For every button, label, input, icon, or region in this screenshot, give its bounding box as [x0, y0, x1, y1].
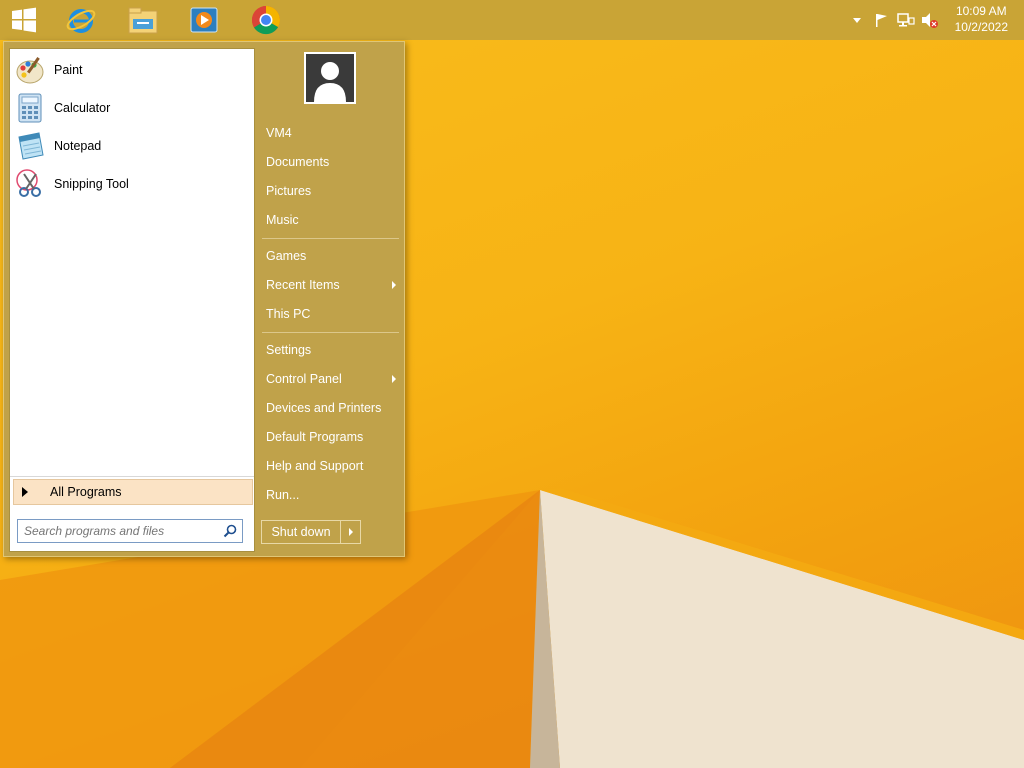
start-menu: Paint Calculator Notepad Snipping Tool A… — [3, 41, 405, 557]
program-label: Snipping Tool — [54, 177, 129, 191]
user-avatar[interactable] — [304, 52, 356, 104]
shutdown-button[interactable]: Shut down — [262, 521, 341, 543]
right-item-label: Pictures — [266, 184, 312, 198]
windows-logo-icon — [12, 7, 36, 33]
taskbar: 10:09 AM 10/2/2022 — [0, 0, 1024, 40]
program-item-calculator[interactable]: Calculator — [14, 90, 250, 126]
start-menu-programs-pane: Paint Calculator Notepad Snipping Tool A… — [9, 48, 255, 552]
search-box[interactable] — [17, 519, 243, 543]
start-button[interactable] — [6, 4, 42, 36]
right-item-label: Control Panel — [266, 372, 342, 386]
right-item-games[interactable]: Games — [266, 245, 396, 267]
file-explorer-icon — [128, 7, 158, 34]
chrome-button[interactable] — [248, 4, 284, 36]
taskbar-clock[interactable]: 10:09 AM 10/2/2022 — [955, 3, 1008, 35]
right-item-music[interactable]: Music — [266, 209, 396, 231]
calculator-icon — [14, 92, 46, 124]
right-item-label: VM4 — [266, 126, 292, 140]
right-item-settings[interactable]: Settings — [266, 339, 396, 361]
right-item-label: Run... — [266, 488, 300, 502]
right-item-devices-printers[interactable]: Devices and Printers — [266, 397, 396, 419]
chevron-right-icon — [348, 528, 353, 536]
right-item-label: Games — [266, 249, 307, 263]
right-item-run[interactable]: Run... — [266, 484, 396, 506]
right-item-recent-items[interactable]: Recent Items — [266, 274, 396, 296]
right-item-this-pc[interactable]: This PC — [266, 303, 396, 325]
right-item-help-support[interactable]: Help and Support — [266, 455, 396, 477]
paint-icon — [14, 54, 46, 86]
program-item-snipping-tool[interactable]: Snipping Tool — [14, 166, 250, 202]
search-input[interactable] — [22, 523, 222, 539]
right-item-label: Documents — [266, 155, 330, 169]
network-icon[interactable] — [897, 12, 915, 28]
chrome-icon — [251, 6, 280, 35]
submenu-arrow-icon — [392, 281, 396, 289]
right-item-label: This PC — [266, 307, 311, 321]
right-item-label: Help and Support — [266, 459, 364, 473]
right-item-label: Music — [266, 213, 299, 227]
program-label: Paint — [54, 63, 83, 77]
right-item-label: Default Programs — [266, 430, 364, 444]
program-item-paint[interactable]: Paint — [14, 52, 250, 88]
media-player-button[interactable] — [186, 4, 222, 36]
right-item-vm4[interactable]: VM4 — [266, 122, 396, 144]
notepad-icon — [14, 130, 46, 162]
clock-date: 10/2/2022 — [954, 20, 1008, 34]
user-avatar-icon — [306, 54, 354, 102]
show-hidden-icons-chevron-icon[interactable] — [851, 14, 863, 26]
search-icon[interactable] — [223, 524, 237, 538]
submenu-arrow-icon — [392, 375, 396, 383]
file-explorer-button[interactable] — [125, 4, 161, 36]
program-label: Notepad — [54, 139, 102, 153]
internet-explorer-icon — [66, 9, 96, 33]
expand-arrow-icon — [22, 487, 28, 497]
all-programs-label: All Programs — [50, 485, 122, 499]
right-item-documents[interactable]: Documents — [266, 151, 396, 173]
media-player-icon — [190, 7, 218, 33]
all-programs-button[interactable]: All Programs — [13, 479, 253, 505]
right-divider — [262, 238, 399, 239]
shutdown-options-button[interactable] — [341, 528, 360, 536]
clock-time: 10:09 AM — [955, 4, 1007, 18]
shutdown-button-group: Shut down — [261, 520, 361, 544]
right-item-pictures[interactable]: Pictures — [266, 180, 396, 202]
program-item-notepad[interactable]: Notepad — [14, 128, 250, 164]
right-item-label: Devices and Printers — [266, 401, 382, 415]
action-center-flag-icon[interactable] — [873, 12, 889, 28]
right-divider — [262, 332, 399, 333]
programs-divider — [10, 476, 254, 477]
volume-muted-icon[interactable] — [921, 12, 939, 28]
system-tray — [851, 0, 939, 40]
internet-explorer-button[interactable] — [63, 4, 99, 36]
right-item-label: Recent Items — [266, 278, 340, 292]
snipping-tool-icon — [14, 168, 46, 200]
program-label: Calculator — [54, 101, 111, 115]
right-item-control-panel[interactable]: Control Panel — [266, 368, 396, 390]
right-item-default-programs[interactable]: Default Programs — [266, 426, 396, 448]
right-item-label: Settings — [266, 343, 312, 357]
